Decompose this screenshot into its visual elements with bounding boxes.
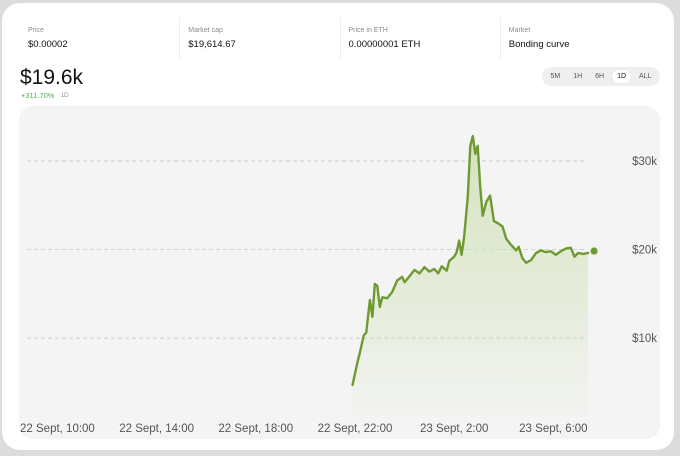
range-button-5m[interactable]: 5M bbox=[545, 70, 565, 83]
price-card: Price $0.00002 Market cap $19,614.67 Pri… bbox=[2, 3, 674, 450]
y-tick-label: $20k bbox=[632, 244, 657, 256]
stat-market-cap: Market cap $19,614.67 bbox=[179, 17, 339, 59]
stat-market: Market Bonding curve bbox=[499, 17, 660, 59]
y-tick-label: $30k bbox=[632, 156, 657, 168]
price-area bbox=[352, 136, 589, 416]
stat-value: 0.00000001 ETH bbox=[348, 38, 421, 50]
range-button-6h[interactable]: 6H bbox=[590, 70, 609, 83]
stat-price: Price $0.00002 bbox=[20, 17, 179, 59]
x-tick-label: 22 Sept, 18:00 bbox=[218, 423, 293, 435]
stat-value: $0.00002 bbox=[28, 38, 68, 50]
range-button-1d[interactable]: 1D bbox=[612, 70, 632, 83]
x-tick-label: 22 Sept, 10:00 bbox=[20, 423, 95, 435]
change-row: +311.70% 1D bbox=[21, 91, 69, 100]
x-tick-label: 22 Sept, 22:00 bbox=[318, 423, 393, 435]
stats-row: Price $0.00002 Market cap $19,614.67 Pri… bbox=[20, 17, 660, 59]
stat-label: Market bbox=[508, 26, 531, 34]
x-tick-label: 22 Sept, 14:00 bbox=[119, 423, 194, 435]
range-button-1h[interactable]: 1H bbox=[568, 70, 587, 83]
x-tick-label: 23 Sept, 2:00 bbox=[420, 423, 488, 435]
latest-price-dot bbox=[590, 247, 598, 255]
stat-value: $19,614.67 bbox=[188, 38, 236, 50]
x-tick-label: 23 Sept, 6:00 bbox=[519, 423, 587, 435]
headline-value: $19.6k bbox=[20, 66, 84, 89]
stat-label: Market cap bbox=[188, 26, 223, 34]
stat-value: Bonding curve bbox=[508, 38, 570, 50]
price-chart[interactable]: $10k $20k $30k 22 Sept, 10:00 22 Sept, 14:00… bbox=[19, 106, 660, 439]
price-chart-panel[interactable]: $10k $20k $30k 22 Sept, 10:00 22 Sept, 14:00… bbox=[19, 106, 660, 439]
change-percent: +311.70% bbox=[21, 91, 55, 100]
time-range-selector: 5M 1H 6H 1D ALL bbox=[542, 67, 660, 86]
stat-label: Price in ETH bbox=[348, 26, 388, 34]
y-tick-label: $10k bbox=[632, 333, 657, 345]
stat-price-in-eth: Price in ETH 0.00000001 ETH bbox=[339, 17, 500, 59]
change-period: 1D bbox=[60, 92, 69, 99]
stat-label: Price bbox=[28, 26, 44, 34]
range-button-all[interactable]: ALL bbox=[634, 70, 656, 83]
